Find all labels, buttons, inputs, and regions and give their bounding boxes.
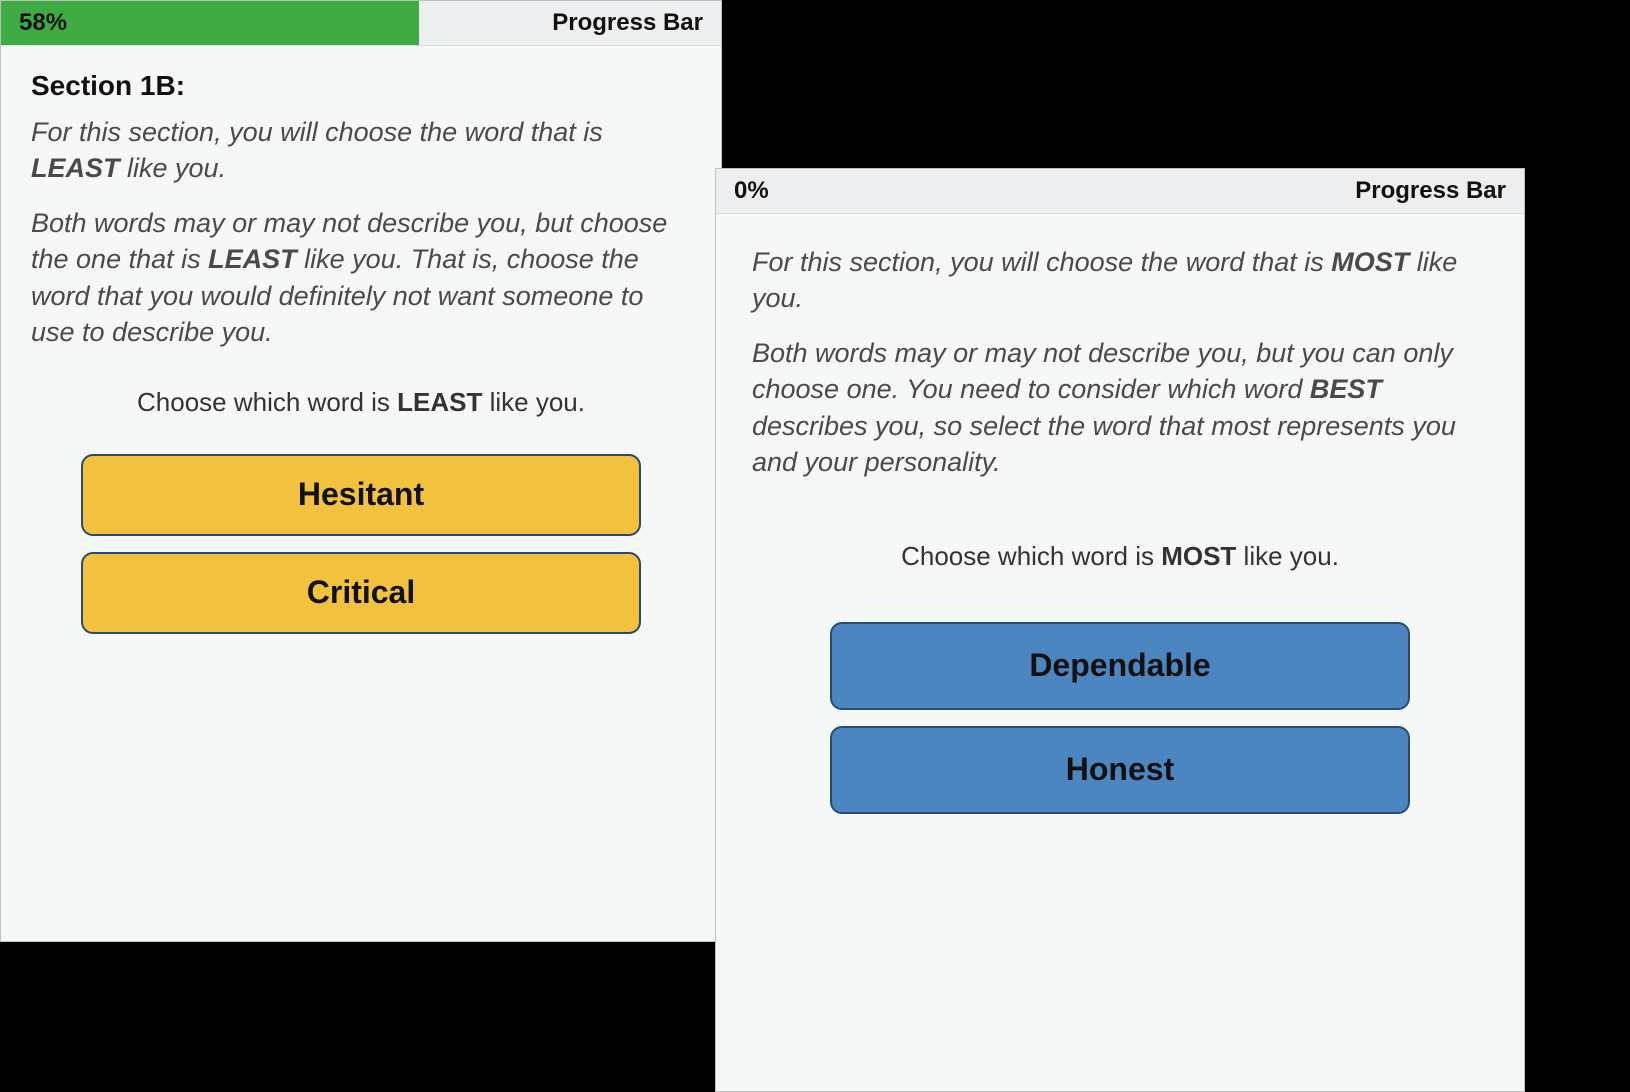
choice-button-critical[interactable]: Critical: [81, 552, 641, 634]
progress-bar: 0% Progress Bar: [716, 169, 1524, 214]
prompt-text: Choose which word is: [137, 387, 397, 417]
choice-button-dependable[interactable]: Dependable: [830, 622, 1410, 710]
intro-text: describes you, so select the word that m…: [752, 411, 1456, 477]
intro-text: For this section, you will choose the wo…: [31, 117, 603, 147]
intro-paragraph-2: Both words may or may not describe you, …: [752, 335, 1488, 481]
choice-button-hesitant[interactable]: Hesitant: [81, 454, 641, 536]
intro-paragraph-1: For this section, you will choose the wo…: [31, 114, 691, 187]
intro-paragraph-2: Both words may or may not describe you, …: [31, 205, 691, 351]
choice-list: Hesitant Critical: [31, 454, 691, 634]
right-content: For this section, you will choose the wo…: [716, 214, 1524, 844]
prompt-bold: LEAST: [397, 387, 482, 417]
intro-bold: LEAST: [208, 244, 297, 274]
intro-bold: MOST: [1331, 247, 1409, 277]
most-panel: 0% Progress Bar For this section, you wi…: [715, 168, 1525, 1092]
intro-paragraph-1: For this section, you will choose the wo…: [752, 244, 1488, 317]
progress-percent: 0%: [734, 169, 769, 213]
prompt-text: like you.: [482, 387, 585, 417]
intro-bold: LEAST: [31, 153, 120, 183]
choice-list: Dependable Honest: [752, 622, 1488, 814]
intro-text: For this section, you will choose the wo…: [752, 247, 1331, 277]
least-panel: 58% Progress Bar Section 1B: For this se…: [0, 0, 722, 942]
intro-bold: BEST: [1310, 374, 1382, 404]
choice-button-honest[interactable]: Honest: [830, 726, 1410, 814]
section-title: Section 1B:: [31, 70, 691, 102]
intro-text: like you.: [120, 153, 227, 183]
progress-label: Progress Bar: [552, 1, 703, 45]
prompt-text: Choose which word is: [901, 541, 1161, 571]
left-content: Section 1B: For this section, you will c…: [1, 46, 721, 662]
prompt-bold: MOST: [1161, 541, 1236, 571]
progress-label: Progress Bar: [1355, 169, 1506, 213]
prompt-text: like you.: [1236, 541, 1339, 571]
progress-bar: 58% Progress Bar: [1, 1, 721, 46]
progress-percent: 58%: [19, 1, 67, 45]
prompt: Choose which word is LEAST like you.: [31, 387, 691, 418]
prompt: Choose which word is MOST like you.: [752, 541, 1488, 572]
